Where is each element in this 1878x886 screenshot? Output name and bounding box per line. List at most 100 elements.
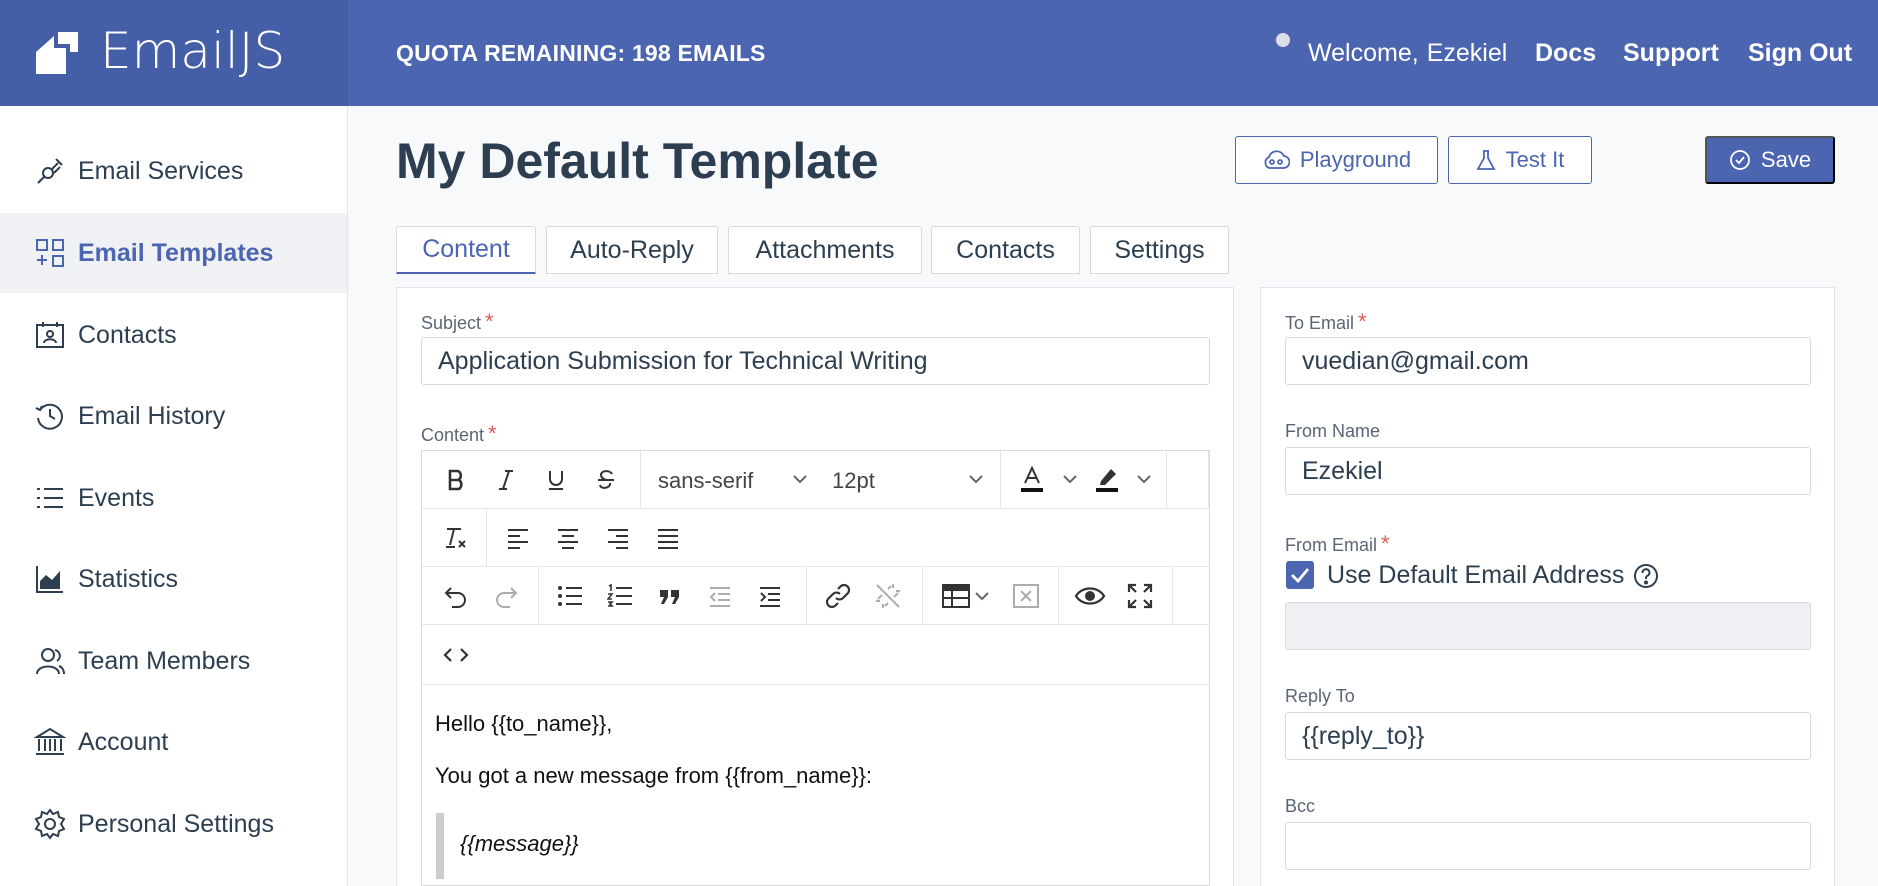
font-family-select[interactable]: sans-serif xyxy=(658,468,753,494)
test-it-button[interactable]: Test It xyxy=(1448,136,1592,184)
undo-button[interactable] xyxy=(436,576,476,616)
from-email-input xyxy=(1285,602,1811,650)
sidebar-item-email-history[interactable]: Email History xyxy=(0,376,347,456)
editor-line-quote: {{message}} xyxy=(460,831,579,856)
source-code-button[interactable] xyxy=(436,635,476,675)
from-name-label: From Name xyxy=(1285,421,1380,442)
user-name: Ezekiel xyxy=(1426,39,1508,67)
sidebar-item-email-templates[interactable]: Email Templates xyxy=(0,213,347,293)
templates-icon xyxy=(36,239,64,267)
required-marker: * xyxy=(488,421,497,446)
tab-settings[interactable]: Settings xyxy=(1090,226,1229,274)
support-link[interactable]: Support xyxy=(1623,39,1719,68)
tab-attachments[interactable]: Attachments xyxy=(728,226,922,274)
fullscreen-button[interactable] xyxy=(1120,576,1160,616)
required-marker: * xyxy=(1381,531,1390,556)
playground-button[interactable]: Playground xyxy=(1235,136,1438,184)
reply-to-label-text: Reply To xyxy=(1285,686,1355,706)
toolbar-divider xyxy=(1208,451,1209,509)
toolbar-row-1: sans-serif 12pt xyxy=(422,451,1209,509)
toolbar-divider xyxy=(1172,567,1173,625)
align-center-button[interactable] xyxy=(548,518,588,558)
emailjs-logo-icon xyxy=(36,32,78,74)
sidebar-item-contacts[interactable]: Contacts xyxy=(0,295,347,375)
sidebar-item-personal-settings[interactable]: Personal Settings xyxy=(0,784,347,864)
docs-link[interactable]: Docs xyxy=(1535,39,1596,68)
toolbar-row-4 xyxy=(422,625,1209,685)
test-it-label: Test It xyxy=(1505,147,1565,172)
sidebar-item-account[interactable]: Account xyxy=(0,702,347,782)
table-icon xyxy=(942,584,970,608)
italic-button[interactable] xyxy=(486,460,526,500)
team-icon xyxy=(36,648,65,675)
toolbar-divider xyxy=(1000,451,1001,509)
toolbar-divider xyxy=(1058,567,1059,625)
sign-out-link[interactable]: Sign Out xyxy=(1748,39,1852,68)
align-right-button[interactable] xyxy=(598,518,638,558)
to-email-label: To Email * xyxy=(1285,309,1367,335)
insert-table-button[interactable] xyxy=(936,576,976,616)
blockquote-button[interactable] xyxy=(650,576,690,616)
blockquote-bar xyxy=(436,813,444,879)
align-left-icon xyxy=(508,529,528,549)
indent-button[interactable] xyxy=(750,576,790,616)
sidebar-item-events[interactable]: Events xyxy=(0,458,347,538)
editor-line-intro: You got a new message from {{from_name}}… xyxy=(435,763,873,788)
sidebar: Email Services Email Templates Contacts … xyxy=(0,106,348,886)
tab-content[interactable]: Content xyxy=(396,226,536,274)
text-color-icon xyxy=(1021,465,1043,492)
subject-input[interactable]: Application Submission for Technical Wri… xyxy=(421,337,1210,385)
align-right-icon xyxy=(608,529,628,549)
tab-contacts[interactable]: Contacts xyxy=(931,226,1080,274)
use-default-email-label[interactable]: Use Default Email Address xyxy=(1327,561,1624,590)
sidebar-item-label: Email History xyxy=(78,402,226,430)
sidebar-item-email-services[interactable]: Email Services xyxy=(0,131,347,211)
chevron-down-icon xyxy=(793,475,807,484)
highlight-color-button[interactable] xyxy=(1087,460,1127,500)
save-button[interactable]: Save xyxy=(1705,136,1835,184)
from-name-input[interactable]: Ezekiel xyxy=(1285,447,1811,495)
sidebar-item-label: Statistics xyxy=(78,565,179,593)
help-icon[interactable] xyxy=(1633,563,1659,589)
chevron-down-icon xyxy=(969,475,983,484)
tab-auto-reply[interactable]: Auto-Reply xyxy=(546,226,718,274)
unlink-button[interactable] xyxy=(868,576,908,616)
reply-to-input[interactable]: {{reply_to}} xyxy=(1285,712,1811,760)
font-family-value: sans-serif xyxy=(658,468,754,493)
to-email-input[interactable]: vuedian@gmail.com xyxy=(1285,337,1811,385)
numbered-list-button[interactable] xyxy=(600,576,640,616)
italic-icon xyxy=(499,470,513,490)
bcc-input[interactable] xyxy=(1285,822,1811,870)
sidebar-item-label: Team Members xyxy=(78,647,251,675)
justify-button[interactable] xyxy=(648,518,688,558)
page-title: My Default Template xyxy=(396,133,879,189)
toolbar-divider xyxy=(486,509,487,567)
font-size-value: 12pt xyxy=(832,468,875,493)
delete-table-button[interactable] xyxy=(1006,576,1046,616)
gear-icon xyxy=(34,808,66,840)
check-icon xyxy=(1291,568,1310,583)
numbered-list-icon xyxy=(607,584,632,607)
sidebar-item-team-members[interactable]: Team Members xyxy=(0,621,347,701)
align-center-icon xyxy=(558,529,578,549)
outdent-button[interactable] xyxy=(700,576,740,616)
preview-button[interactable] xyxy=(1070,576,1110,616)
use-default-email-checkbox[interactable] xyxy=(1286,561,1314,589)
toolbar-divider xyxy=(538,567,539,625)
redo-button[interactable] xyxy=(486,576,526,616)
bold-button[interactable] xyxy=(436,460,476,500)
clear-formatting-button[interactable] xyxy=(436,518,476,558)
bullet-list-button[interactable] xyxy=(550,576,590,616)
font-size-select[interactable]: 12pt xyxy=(832,468,875,494)
insert-link-button[interactable] xyxy=(818,576,858,616)
align-left-button[interactable] xyxy=(498,518,538,558)
underline-button[interactable] xyxy=(536,460,576,500)
sidebar-item-statistics[interactable]: Statistics xyxy=(0,539,347,619)
logo[interactable]: EmailJS xyxy=(0,0,348,106)
text-color-button[interactable] xyxy=(1012,460,1052,500)
reply-to-label: Reply To xyxy=(1285,686,1355,707)
content-label: Content * xyxy=(421,421,497,447)
strikethrough-button[interactable] xyxy=(586,460,626,500)
sidebar-item-label: Account xyxy=(78,728,169,756)
sidebar-item-label: Events xyxy=(78,484,155,512)
